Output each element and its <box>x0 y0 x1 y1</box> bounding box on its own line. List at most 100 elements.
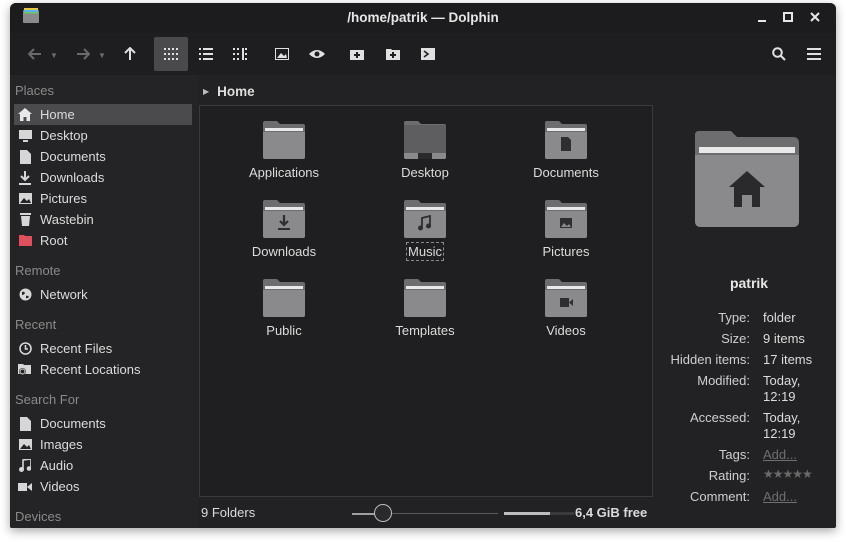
breadcrumb-expand-icon[interactable]: ▶ <box>203 87 209 96</box>
folder-music-icon <box>404 200 446 238</box>
folder-desktop-icon <box>404 121 446 159</box>
file-label: Desktop <box>401 165 449 180</box>
info-modified-value: Today, 12:19 <box>763 373 801 404</box>
home-folder-preview-icon <box>695 131 799 227</box>
video-icon <box>18 480 32 494</box>
file-label: Pictures <box>542 244 590 259</box>
new-folder-icon[interactable] <box>378 37 408 71</box>
breadcrumb: ▶ Home <box>200 81 255 101</box>
search-icon[interactable] <box>764 37 794 71</box>
file-label: Videos <box>546 323 586 338</box>
sidebar-item-search-videos[interactable]: Videos <box>14 476 192 497</box>
sidebar-item-label: Documents <box>40 416 106 431</box>
folder-icon <box>263 121 305 159</box>
compact-view-icon[interactable] <box>225 37 255 71</box>
sidebar-item-documents[interactable]: Documents <box>14 146 192 167</box>
minimize-icon[interactable] <box>754 10 770 26</box>
sidebar-item-label: Images <box>40 437 83 452</box>
info-size-value: 9 items <box>763 331 805 346</box>
sidebar-item-desktop[interactable]: Desktop <box>14 125 192 146</box>
new-tab-icon[interactable] <box>342 37 372 71</box>
sidebar-item-home[interactable]: Home <box>14 104 192 125</box>
folder-pictures[interactable]: Pictures <box>506 200 626 272</box>
folder-desktop[interactable]: Desktop <box>365 121 485 193</box>
info-rating-label: Rating: <box>708 468 750 483</box>
sidebar-item-recent-files[interactable]: Recent Files <box>14 338 192 359</box>
eye-icon[interactable] <box>302 37 332 71</box>
file-view[interactable]: Applications Desktop Documents Downloads… <box>199 105 653 497</box>
sidebar-item-wastebin[interactable]: Wastebin <box>14 209 192 230</box>
sidebar-item-label: Documents <box>40 149 106 164</box>
document-icon <box>18 149 32 164</box>
sidebar-item-label: Downloads <box>40 170 105 185</box>
music-icon <box>18 459 32 473</box>
info-hidden-value: 17 items <box>763 352 813 367</box>
toolbar: ▼ ▼ <box>10 33 836 75</box>
info-hidden-label: Hidden items: <box>670 352 750 367</box>
sidebar-item-network[interactable]: Network <box>14 284 192 305</box>
info-item-name: patrik <box>729 275 769 291</box>
terminal-icon[interactable] <box>413 37 443 71</box>
sidebar-item-search-audio[interactable]: Audio <box>14 455 192 476</box>
sidebar-item-label: Recent Files <box>40 341 113 356</box>
info-rating-stars[interactable]: ★★★★★ <box>763 466 833 482</box>
menu-icon[interactable] <box>799 37 829 71</box>
picture-icon <box>18 192 32 206</box>
sidebar-item-pictures[interactable]: Pictures <box>14 188 192 209</box>
info-comment-add-link[interactable]: Add... <box>763 489 797 505</box>
info-tags-add-link[interactable]: Add... <box>763 447 797 463</box>
sidebar-item-downloads[interactable]: Downloads <box>14 167 192 188</box>
section-title-places: Places <box>15 83 55 98</box>
titlebar: /home/patrik — Dolphin <box>10 3 836 33</box>
sidebar-item-label: Wastebin <box>40 212 94 227</box>
section-title-search: Search For <box>15 392 80 407</box>
maximize-icon[interactable] <box>780 10 796 26</box>
forward-dropdown-icon[interactable]: ▼ <box>98 51 106 60</box>
file-label: Music <box>406 242 444 261</box>
folder-downloads[interactable]: Downloads <box>224 200 344 272</box>
recent-location-icon <box>18 363 32 377</box>
section-title-remote: Remote <box>15 263 61 278</box>
info-size-label: Size: <box>721 331 750 346</box>
icons-view-icon[interactable] <box>154 37 188 71</box>
info-accessed-label: Accessed: <box>690 410 750 425</box>
forward-icon[interactable] <box>68 37 98 71</box>
trash-icon <box>18 213 32 227</box>
folder-applications[interactable]: Applications <box>224 121 344 193</box>
folder-documents[interactable]: Documents <box>506 121 626 193</box>
sidebar-item-search-images[interactable]: Images <box>14 434 192 455</box>
sidebar-item-recent-locations[interactable]: Recent Locations <box>14 359 192 380</box>
desktop-icon <box>18 129 32 143</box>
folder-videos-icon <box>545 279 587 317</box>
window-title: /home/patrik — Dolphin <box>347 10 499 25</box>
sidebar-item-label: Pictures <box>40 191 87 206</box>
up-icon[interactable] <box>115 37 145 71</box>
dolphin-window: /home/patrik — Dolphin ▼ ▼ Places Home D… <box>10 3 836 528</box>
folder-downloads-icon <box>263 200 305 238</box>
breadcrumb-home[interactable]: Home <box>217 84 255 99</box>
folder-icon <box>404 279 446 317</box>
free-space-bar-fill <box>504 512 550 515</box>
folder-templates[interactable]: Templates <box>365 279 485 351</box>
info-modified-label: Modified: <box>697 373 750 388</box>
back-icon[interactable] <box>20 37 50 71</box>
sidebar-item-label: Recent Locations <box>40 362 141 377</box>
sidebar-item-label: Videos <box>40 479 80 494</box>
folder-music[interactable]: Music <box>365 200 485 272</box>
preview-icon[interactable] <box>267 37 297 71</box>
sidebar-item-root[interactable]: Root <box>14 230 192 251</box>
sidebar-item-label: Audio <box>40 458 74 473</box>
folder-public[interactable]: Public <box>224 279 344 351</box>
home-icon <box>18 108 32 122</box>
info-type-label: Type: <box>718 310 750 325</box>
folder-videos[interactable]: Videos <box>506 279 626 351</box>
sidebar-item-search-documents[interactable]: Documents <box>14 413 192 434</box>
section-title-devices: Devices <box>15 509 62 524</box>
details-view-icon[interactable] <box>191 37 221 71</box>
close-icon[interactable] <box>807 10 823 26</box>
zoom-slider-handle[interactable] <box>374 504 392 522</box>
back-dropdown-icon[interactable]: ▼ <box>50 51 58 60</box>
information-panel: patrik Type: folder Size: 9 items Hidden… <box>662 75 836 528</box>
network-icon <box>18 288 32 302</box>
file-label: Downloads <box>251 244 317 259</box>
